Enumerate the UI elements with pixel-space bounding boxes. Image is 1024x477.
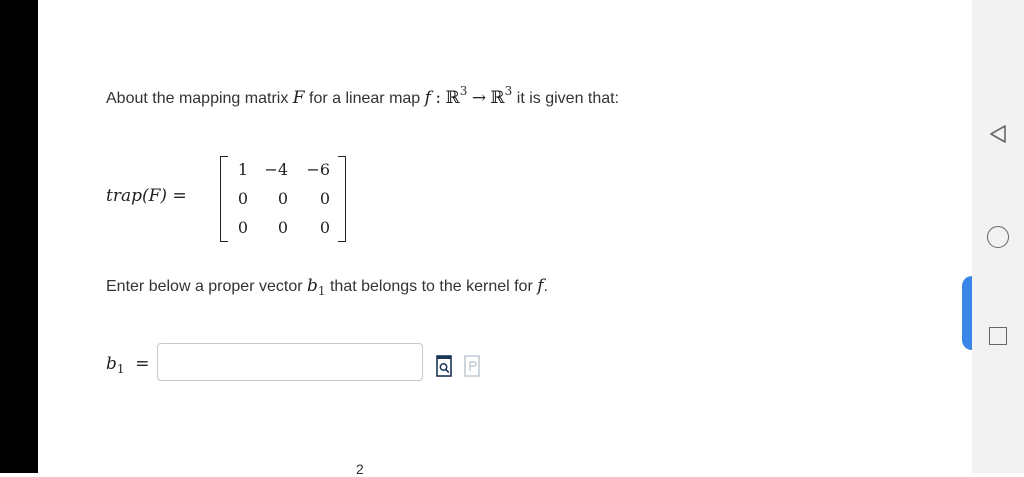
matrix-cell: 0 — [319, 218, 330, 237]
right-bracket — [338, 156, 346, 242]
back-triangle-icon[interactable] — [988, 124, 1008, 144]
answer-input[interactable] — [157, 343, 423, 381]
formula-icon[interactable] — [464, 355, 480, 377]
vector-name: b — [307, 276, 318, 296]
matrix-cell: −4 — [264, 160, 288, 179]
map-name: f — [424, 88, 431, 108]
bottom-partial-text: 2 — [356, 461, 364, 477]
matrix: 1 −4 −6 0 0 0 0 0 0 — [220, 156, 346, 242]
main-content — [38, 0, 972, 473]
map-arrow: → — [471, 88, 487, 108]
question-prefix: About the mapping matrix — [106, 90, 289, 107]
question-text: About the mapping matrix F for a linear … — [106, 84, 620, 108]
vector-subscript: 1 — [317, 284, 326, 298]
instruction-prefix: Enter below a proper vector — [106, 278, 303, 295]
question-suffix: it is given that: — [516, 90, 620, 107]
edge-panel-handle[interactable] — [962, 276, 972, 350]
home-circle-icon[interactable] — [987, 226, 1009, 248]
answer-subscript: 1 — [116, 362, 125, 376]
answer-equals: = — [135, 354, 150, 374]
trap-label: trap(F) = — [106, 186, 187, 206]
codomain-exponent: 3 — [504, 84, 513, 98]
instruction-mid: that belongs to the kernel for — [329, 278, 533, 295]
codomain-set: ℝ — [490, 88, 505, 108]
matrix-cell: 1 — [237, 160, 248, 179]
preview-icon[interactable] — [436, 355, 452, 377]
matrix-variable: F — [292, 88, 305, 108]
matrix-cell: 0 — [237, 218, 248, 237]
matrix-cell: 0 — [277, 189, 288, 208]
recent-square-icon[interactable] — [989, 327, 1007, 345]
left-black-bar — [0, 0, 38, 473]
matrix-cell: 0 — [237, 189, 248, 208]
matrix-cell: −6 — [306, 160, 330, 179]
answer-label: b1 = — [106, 354, 150, 376]
answer-var: b — [106, 354, 117, 374]
matrix-cell: 0 — [277, 218, 288, 237]
instruction-end: . — [543, 278, 548, 295]
question-mid: for a linear map — [309, 90, 421, 107]
domain-set: ℝ — [445, 88, 460, 108]
map-colon: : — [435, 88, 442, 108]
domain-exponent: 3 — [459, 84, 468, 98]
matrix-cell: 0 — [319, 189, 330, 208]
instruction-text: Enter below a proper vector b1 that belo… — [106, 276, 548, 298]
